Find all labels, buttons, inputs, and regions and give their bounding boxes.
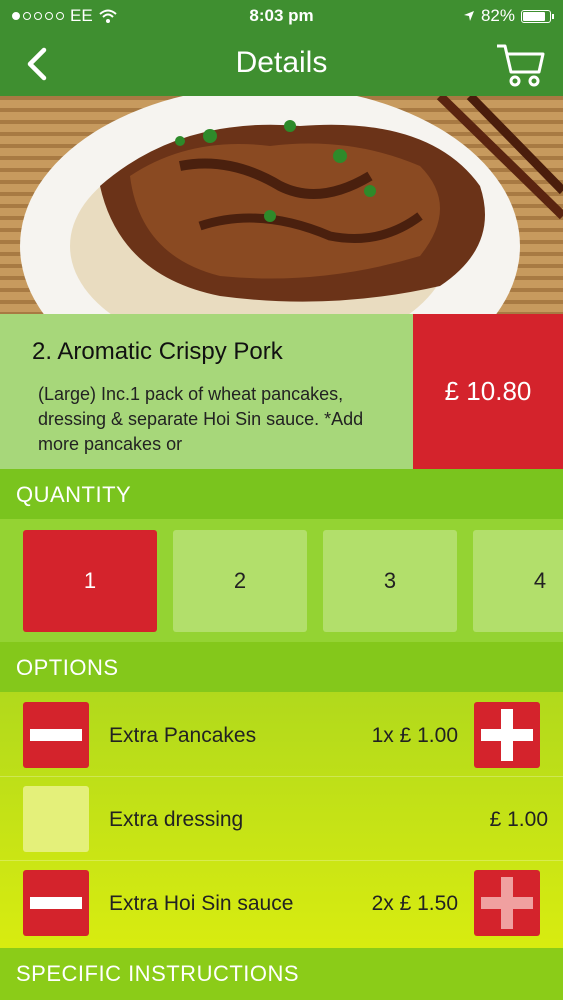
minus-icon <box>30 897 82 909</box>
dish-photo <box>0 96 563 314</box>
page-title: Details <box>235 46 328 79</box>
option-price: 1x £ 1.00 <box>371 724 458 747</box>
status-bar: EE 8:03 pm 82% <box>0 0 563 32</box>
increase-extra-pancakes-button[interactable] <box>474 702 540 768</box>
dish-image <box>0 96 563 314</box>
minus-icon <box>30 729 82 741</box>
shopping-cart-icon[interactable] <box>495 38 547 90</box>
item-description: (Large) Inc.1 pack of wheat pancakes, dr… <box>38 384 364 454</box>
option-price: 2x £ 1.50 <box>371 892 458 915</box>
quantity-option-1[interactable]: 1 <box>23 530 157 632</box>
quantity-option-2[interactable]: 2 <box>173 530 307 632</box>
battery-icon <box>521 9 554 23</box>
quantity-section-header: QUANTITY <box>0 469 563 519</box>
option-label: Extra dressing <box>109 808 244 831</box>
status-right: 82% <box>463 6 554 26</box>
option-label: Extra Hoi Sin sauce <box>109 892 294 915</box>
battery-percent: 82% <box>480 6 515 25</box>
decrease-extra-pancakes-button[interactable] <box>23 702 89 768</box>
quantity-option-3[interactable]: 3 <box>323 530 457 632</box>
options-header-label: OPTIONS <box>16 655 119 680</box>
quantity-header-label: QUANTITY <box>16 482 132 507</box>
quantity-option-4[interactable]: 4 <box>473 530 563 632</box>
option-price: £ 1.00 <box>489 808 548 831</box>
options-section-header: OPTIONS <box>0 642 563 692</box>
quantity-selector: 1 2 3 4 <box>0 519 563 642</box>
option-label: Extra Pancakes <box>109 724 257 747</box>
increase-hoi-sin-button[interactable] <box>474 870 540 936</box>
instructions-header-label: SPECIFIC INSTRUCTIONS <box>16 961 300 986</box>
location-arrow-icon <box>463 11 474 21</box>
option-row-extra-dressing: Extra dressing £ 1.00 <box>0 776 563 861</box>
decrease-hoi-sin-button[interactable] <box>23 870 89 936</box>
item-name: 2. Aromatic Crispy Pork <box>32 338 283 365</box>
option-row-extra-pancakes: Extra Pancakes 1x £ 1.00 <box>0 692 563 777</box>
options-list: Extra Pancakes 1x £ 1.00 Extra dressing … <box>0 692 563 948</box>
item-price: £ 10.80 <box>413 314 563 469</box>
nav-bar: Details <box>0 32 563 96</box>
extra-dressing-checkbox[interactable] <box>23 786 89 852</box>
item-info-panel: 2. Aromatic Crispy Pork (Large) Inc.1 pa… <box>0 314 413 469</box>
instructions-section-header: SPECIFIC INSTRUCTIONS <box>0 948 563 1000</box>
option-row-extra-hoi-sin-sauce: Extra Hoi Sin sauce 2x £ 1.50 <box>0 860 563 944</box>
